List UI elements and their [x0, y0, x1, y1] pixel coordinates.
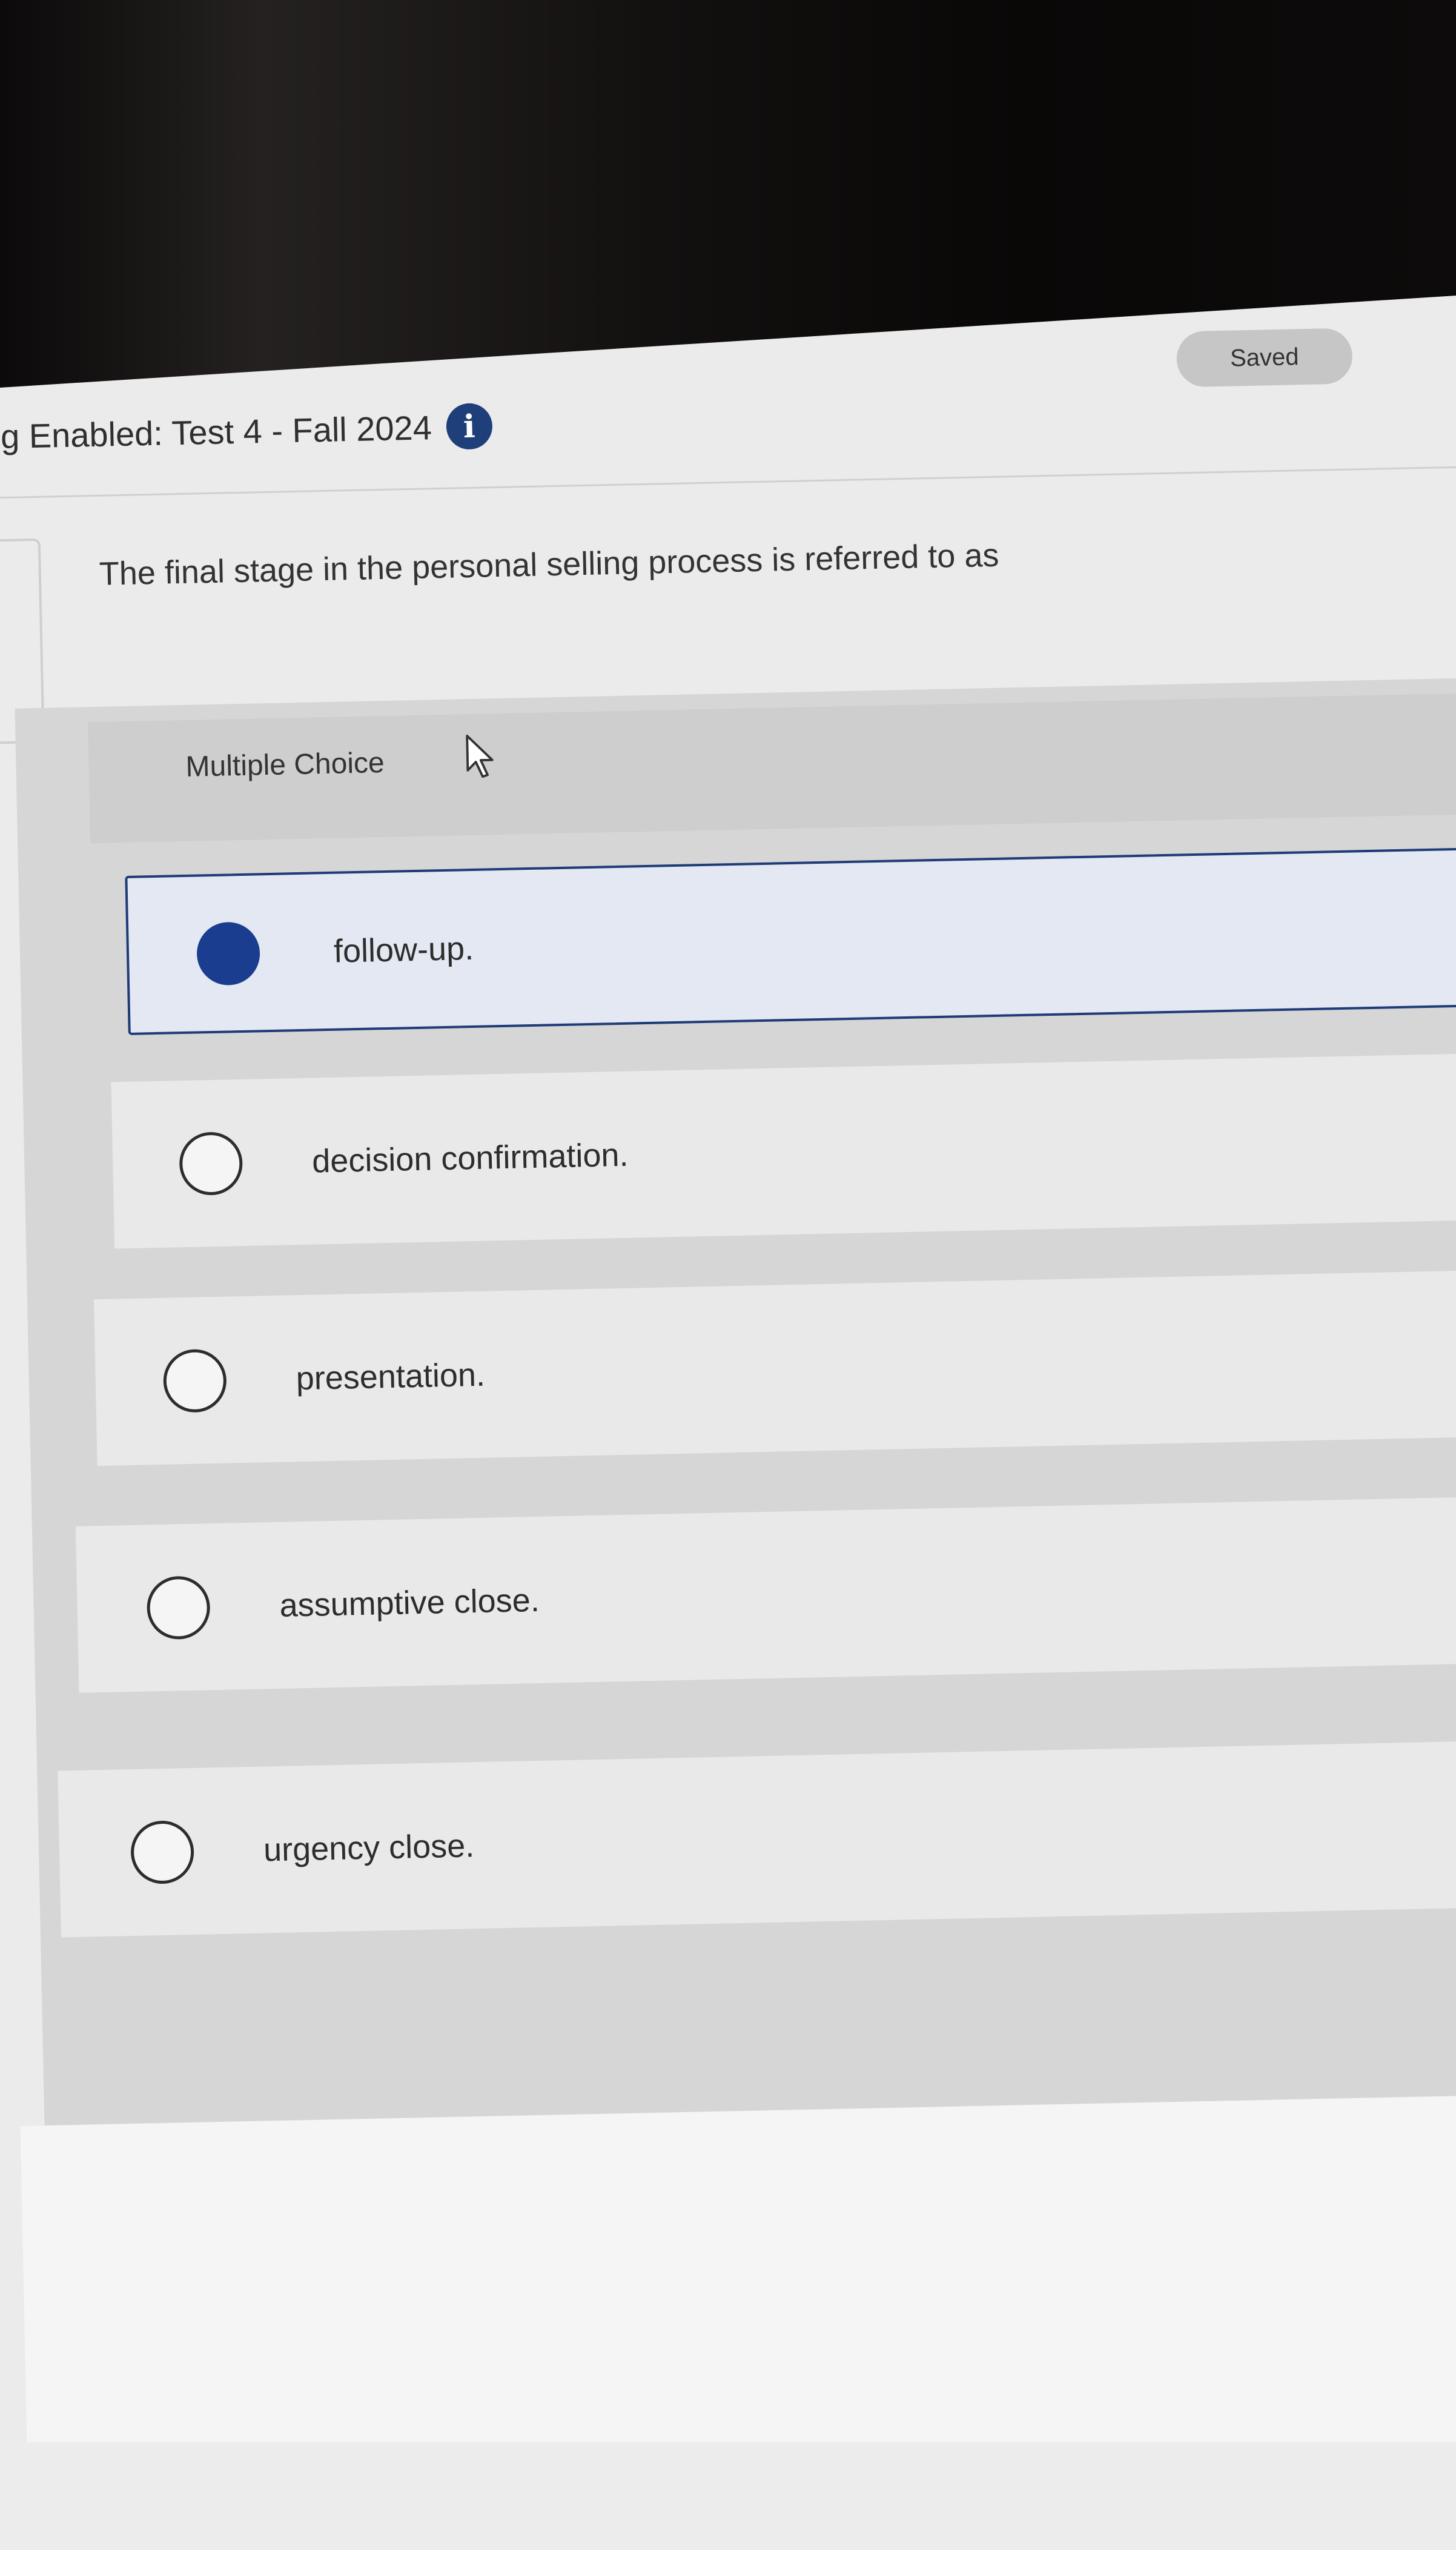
answer-option[interactable]: assumptive close.	[75, 1494, 1456, 1693]
question-prompt: The final stage in the personal selling …	[99, 537, 999, 592]
radio-button[interactable]	[179, 1131, 243, 1196]
answer-option[interactable]: presentation.	[93, 1267, 1456, 1466]
answer-option-label: decision confirmation.	[311, 1136, 629, 1180]
question-type-label: Multiple Choice	[185, 746, 385, 783]
answer-option-label: follow-up.	[333, 930, 474, 970]
header-divider	[0, 465, 1456, 499]
mouse-pointer-icon	[466, 734, 494, 778]
radio-button[interactable]	[162, 1348, 227, 1413]
answer-option[interactable]: urgency close.	[58, 1739, 1456, 1938]
answer-option-label: urgency close.	[263, 1827, 475, 1869]
assignment-title-row: g Enabled: Test 4 - Fall 2024 i	[0, 403, 493, 459]
info-icon[interactable]: i	[445, 403, 493, 450]
radio-button[interactable]	[146, 1575, 211, 1640]
assignment-title: g Enabled: Test 4 - Fall 2024	[0, 408, 432, 455]
answer-option[interactable]: decision confirmation.	[111, 1050, 1456, 1249]
radio-button[interactable]	[130, 1820, 195, 1884]
answer-option-label: assumptive close.	[279, 1581, 540, 1624]
saved-status-badge: Saved	[1176, 328, 1353, 388]
radio-button-selected[interactable]	[196, 921, 261, 986]
page-footer-area	[20, 2094, 1456, 2442]
answer-option-label: presentation.	[296, 1356, 486, 1397]
answer-option[interactable]: follow-up.	[125, 844, 1456, 1035]
